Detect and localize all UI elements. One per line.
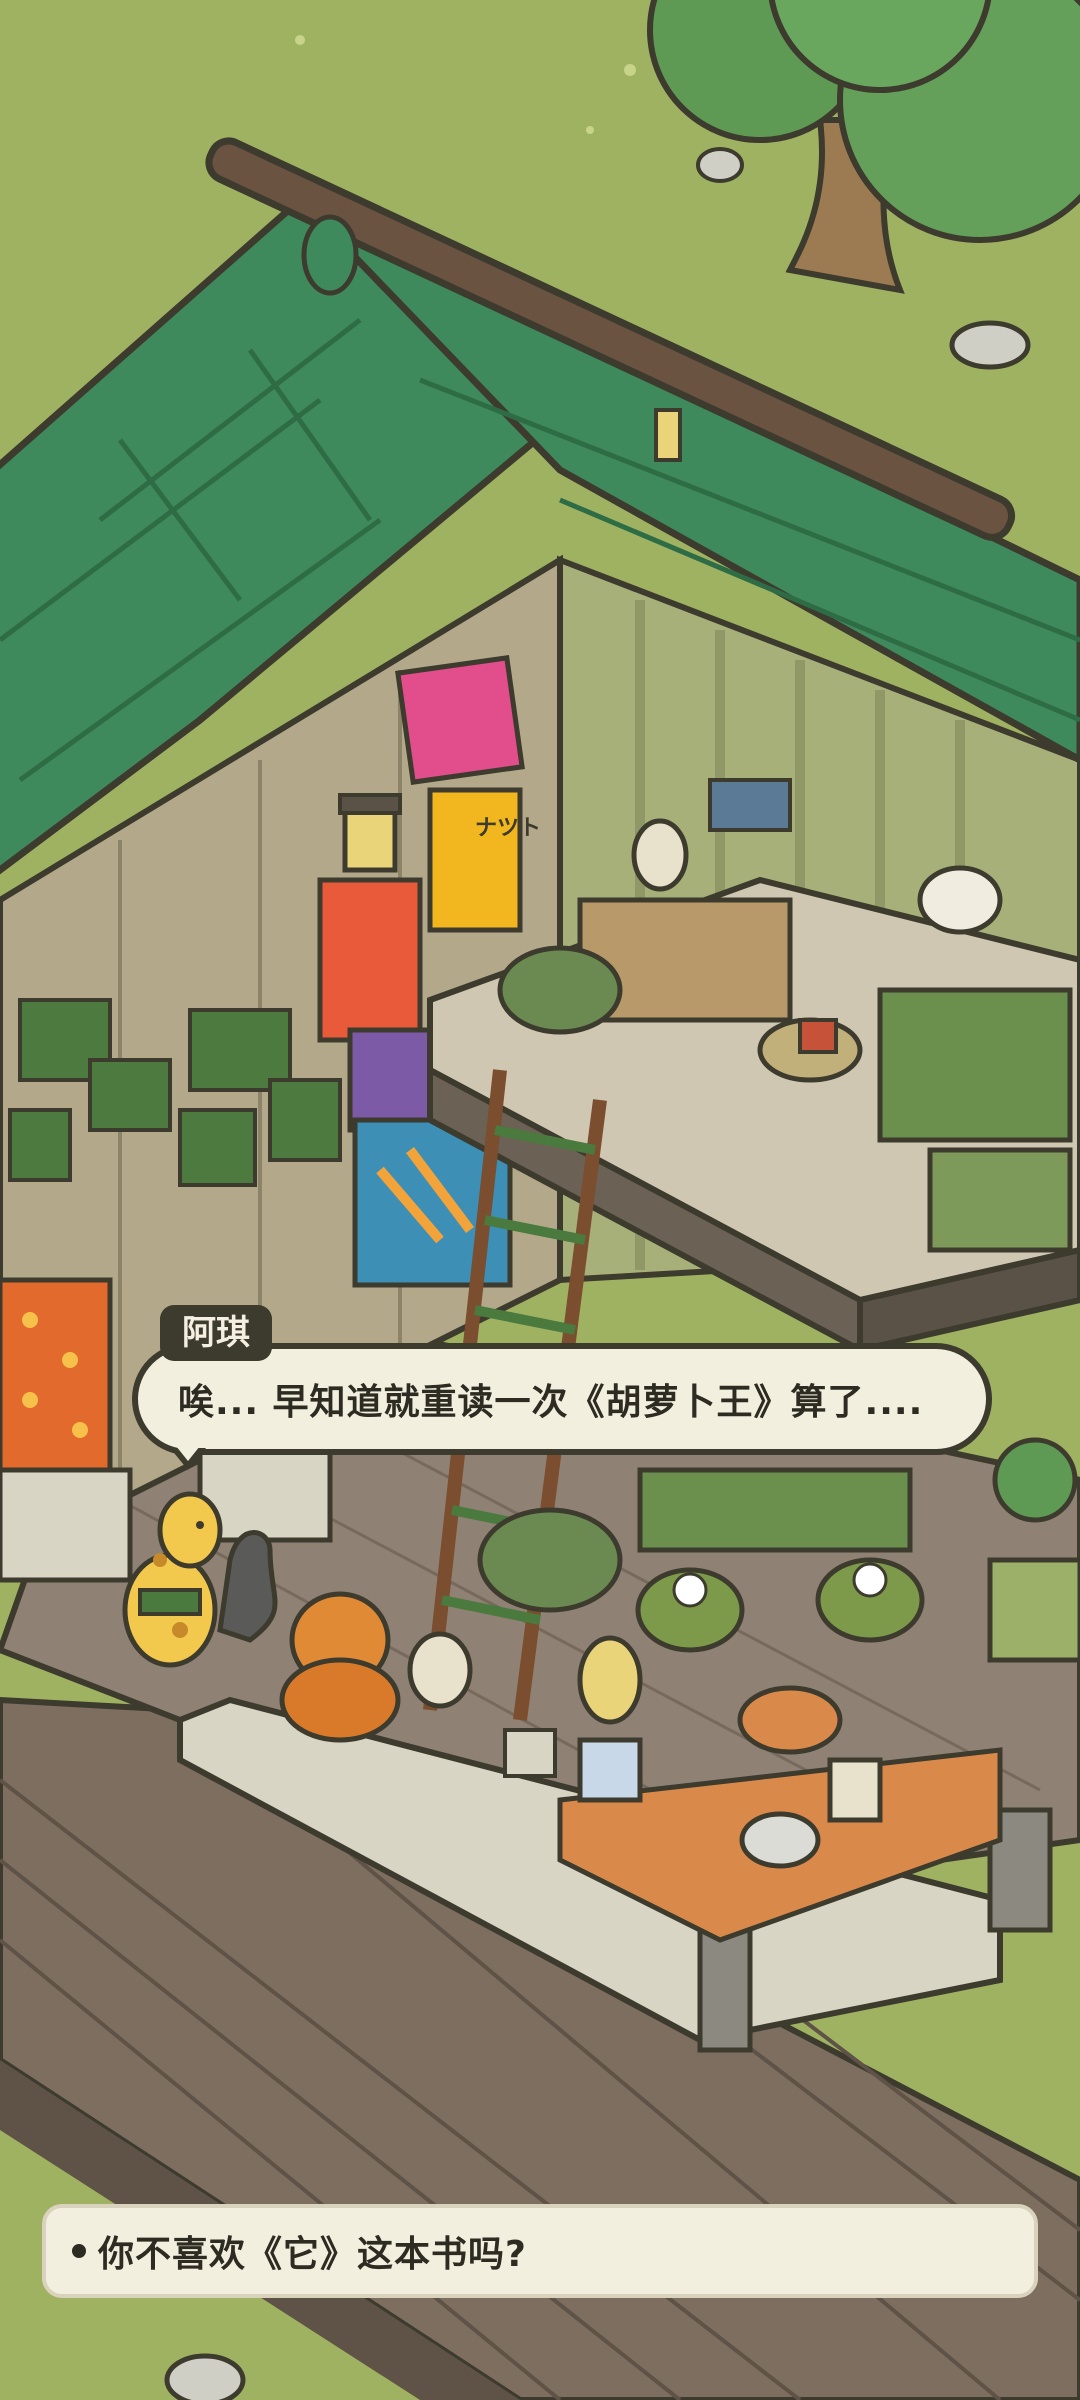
book-stack: [708, 778, 792, 832]
lamp: [631, 818, 689, 892]
table-lamp: [577, 1635, 643, 1725]
trunk: [927, 1147, 1073, 1253]
candy-jar: [577, 1737, 643, 1803]
cow-plush: [917, 865, 1003, 935]
dialogue-line: 唉... 早知道就重读一次《胡萝卜王》算了....: [178, 1382, 924, 1423]
bubble-tail-inner: [176, 1446, 200, 1461]
cushion: [497, 945, 623, 1035]
log-stool: [737, 1685, 843, 1755]
mug: [798, 1018, 838, 1054]
bookshelf: [877, 987, 1073, 1143]
potted-plant: [992, 1437, 1078, 1523]
speaker-name-tag: 阿琪: [160, 1305, 272, 1361]
beanbag: [477, 1507, 623, 1613]
carrot-curtain: [0, 1277, 113, 1483]
poster-label: ナツト: [475, 816, 541, 841]
rock: [164, 2353, 246, 2400]
mug: [503, 1728, 557, 1778]
utensil-cup: [827, 1757, 883, 1823]
bullet-icon: [72, 2244, 86, 2258]
rock: [696, 147, 744, 183]
lantern: [338, 793, 402, 873]
choice-label: 你不喜欢《它》这本书吗?: [98, 2234, 527, 2275]
plate-stack: [739, 1811, 821, 1869]
coffee-dripper: [407, 1631, 473, 1709]
dialogue-choice-option[interactable]: 你不喜欢《它》这本书吗?: [42, 2204, 1038, 2298]
game-scene[interactable]: ナツト 唉... 早知道就重读一次《胡萝卜王》算了.... 阿琪 你不喜欢《它》…: [0, 0, 1080, 2400]
sink-counter: [0, 1467, 133, 1583]
house-interior-illustration: ナツト: [0, 0, 1080, 2400]
plant-table: [637, 1467, 913, 1553]
cabinet: [987, 1557, 1080, 1663]
rock: [949, 320, 1031, 370]
